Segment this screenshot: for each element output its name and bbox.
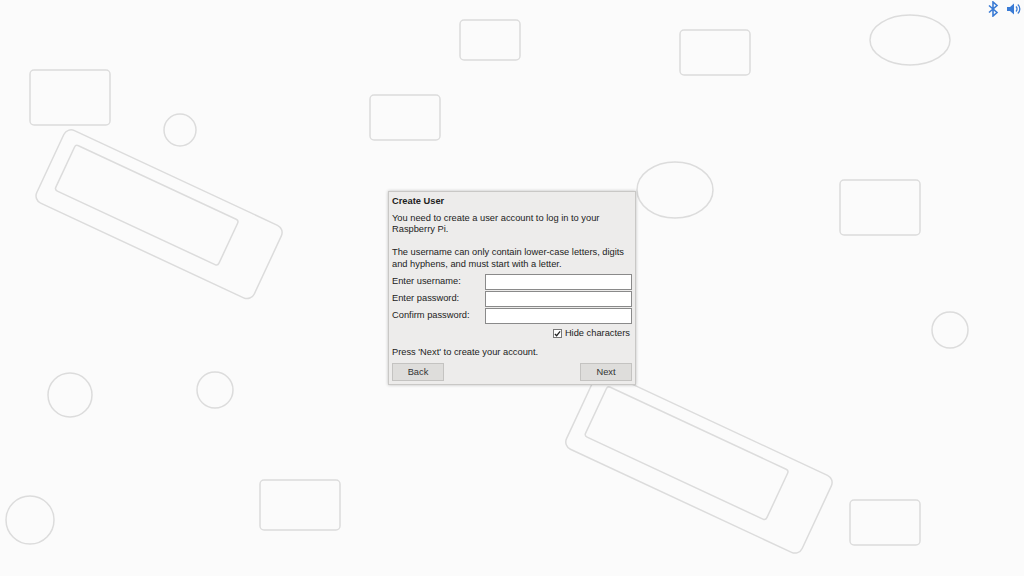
username-input[interactable] [485,274,632,290]
checkbox-box[interactable] [553,329,562,338]
password-input[interactable] [485,291,632,307]
volume-icon[interactable] [1005,1,1021,17]
field-label: Enter username: [392,276,470,288]
intro-text: You need to create a user account to log… [392,213,632,237]
bluetooth-icon[interactable] [985,1,1001,17]
field-label: Confirm password: [392,310,470,322]
hint-text: Press 'Next' to create your account. [392,347,632,359]
hide-characters-checkbox[interactable]: Hide characters [392,328,630,340]
create-user-dialog: Create User You need to create a user acc… [388,191,636,386]
back-button[interactable]: Back [392,363,444,381]
check-icon [554,330,561,338]
button-bar: Back Next [392,363,632,381]
field-label: Enter password: [392,293,470,305]
desktop: Create User You need to create a user acc… [0,0,1024,576]
checkbox-label: Hide characters [565,328,630,340]
next-button[interactable]: Next [580,363,632,381]
dialog-title: Create User [392,196,632,208]
form-fields: Enter username: Enter password: Confirm pa… [392,274,632,324]
password-input[interactable] [485,308,632,324]
rules-text: The username can only contain lower-case… [392,247,632,271]
system-tray [985,1,1021,17]
